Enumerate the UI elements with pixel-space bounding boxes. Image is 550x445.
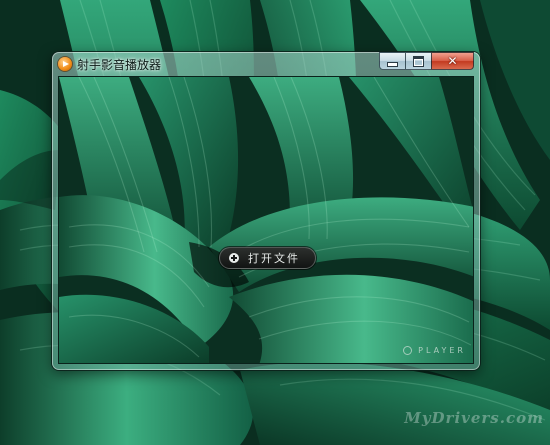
caption-buttons: ✕ <box>379 52 474 70</box>
close-button[interactable]: ✕ <box>431 52 474 70</box>
maximize-icon <box>413 55 424 67</box>
player-window: 射手影音播放器 ✕ 打开文件 PLAYER <box>52 52 480 370</box>
plus-circle-icon <box>229 253 239 263</box>
minimize-button[interactable] <box>379 52 405 70</box>
title-bar[interactable]: 射手影音播放器 ✕ <box>52 52 480 76</box>
player-logo-text: PLAYER <box>418 346 466 355</box>
video-background <box>59 77 473 363</box>
watermark-text: MyDrivers.com <box>404 409 544 427</box>
player-logo-icon <box>403 346 413 355</box>
minimize-icon <box>387 61 398 67</box>
window-title: 射手影音播放器 <box>77 58 162 72</box>
open-file-label: 打开文件 <box>248 252 300 265</box>
open-file-button[interactable]: 打开文件 <box>219 247 316 269</box>
app-player-icon[interactable] <box>58 57 72 71</box>
maximize-button[interactable] <box>405 52 431 70</box>
player-logo: PLAYER <box>403 346 466 355</box>
video-area[interactable]: 打开文件 PLAYER <box>58 76 474 364</box>
close-icon: ✕ <box>447 54 458 68</box>
